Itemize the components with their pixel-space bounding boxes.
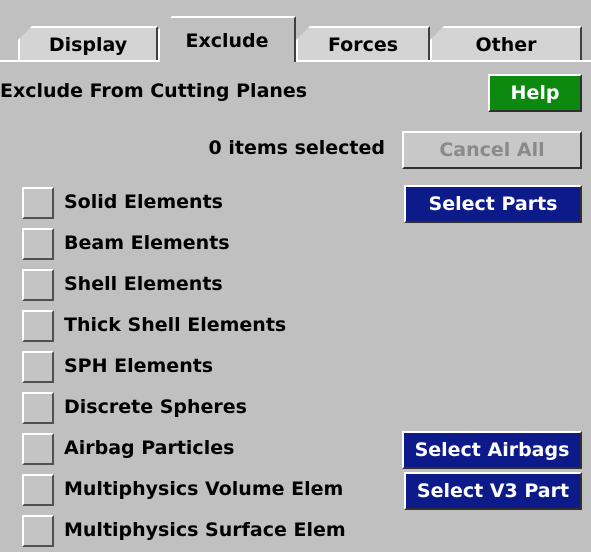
list-item: SPH Elements bbox=[0, 349, 591, 385]
select-airbags-button[interactable]: Select Airbags bbox=[402, 431, 582, 469]
list-item: Airbag Particles Select Airbags bbox=[0, 431, 591, 469]
selection-row: 0 items selected Cancel All bbox=[0, 131, 591, 169]
tab-forces[interactable]: Forces bbox=[296, 26, 430, 60]
item-label: Airbag Particles bbox=[64, 437, 235, 459]
tab-exclude-label: Exclude bbox=[185, 30, 269, 52]
item-label: SPH Elements bbox=[64, 355, 214, 377]
tab-other-label: Other bbox=[475, 34, 537, 56]
select-parts-button[interactable]: Select Parts bbox=[404, 185, 582, 223]
thick-shell-elements-checkbox[interactable] bbox=[22, 310, 54, 342]
item-label: Thick Shell Elements bbox=[64, 314, 287, 336]
tab-other[interactable]: Other bbox=[430, 26, 582, 60]
discrete-spheres-checkbox[interactable] bbox=[22, 392, 54, 424]
item-label: Multiphysics Surface Elem bbox=[64, 519, 346, 541]
airbag-particles-checkbox[interactable] bbox=[22, 433, 54, 465]
beam-elements-checkbox[interactable] bbox=[22, 228, 54, 260]
list-item: Beam Elements bbox=[0, 226, 591, 262]
tab-display[interactable]: Display bbox=[18, 26, 158, 60]
help-button[interactable]: Help bbox=[488, 74, 582, 112]
list-item: Thick Shell Elements bbox=[0, 308, 591, 344]
selected-count: 0 items selected bbox=[208, 137, 385, 159]
list-item: Solid Elements Select Parts bbox=[0, 185, 591, 223]
item-label: Shell Elements bbox=[64, 273, 223, 295]
list-item: Multiphysics Surface Elem bbox=[0, 513, 591, 549]
list-item: Shell Elements bbox=[0, 267, 591, 303]
list-item: Multiphysics Volume Elem Select V3 Part bbox=[0, 472, 591, 510]
tab-forces-label: Forces bbox=[327, 34, 399, 56]
tab-bar: Display Exclude Forces Other bbox=[0, 0, 591, 62]
tab-display-label: Display bbox=[48, 34, 128, 56]
section-header: Exclude From Cutting Planes Help bbox=[0, 74, 591, 112]
item-label: Beam Elements bbox=[64, 232, 230, 254]
solid-elements-checkbox[interactable] bbox=[22, 187, 54, 219]
cancel-all-button[interactable]: Cancel All bbox=[402, 131, 582, 169]
item-label: Solid Elements bbox=[64, 191, 223, 213]
item-label: Multiphysics Volume Elem bbox=[64, 478, 344, 500]
section-title: Exclude From Cutting Planes bbox=[0, 80, 308, 102]
list-item: Discrete Spheres bbox=[0, 390, 591, 426]
tab-exclude[interactable]: Exclude bbox=[158, 16, 296, 62]
item-label: Discrete Spheres bbox=[64, 396, 247, 418]
shell-elements-checkbox[interactable] bbox=[22, 269, 54, 301]
sph-elements-checkbox[interactable] bbox=[22, 351, 54, 383]
select-v3-part-button[interactable]: Select V3 Part bbox=[404, 472, 582, 510]
multiphysics-surface-checkbox[interactable] bbox=[22, 515, 54, 547]
multiphysics-volume-checkbox[interactable] bbox=[22, 474, 54, 506]
